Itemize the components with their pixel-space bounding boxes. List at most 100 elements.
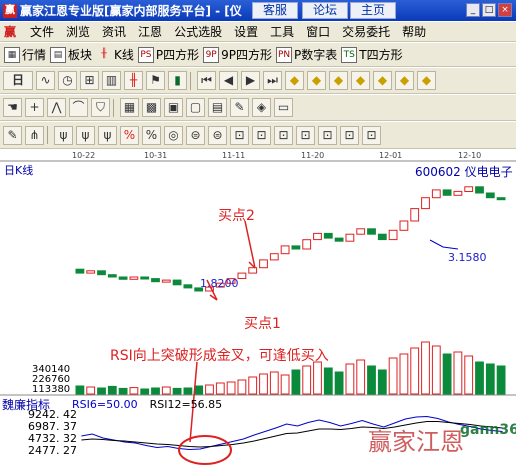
diamond-icon[interactable]: ◆ xyxy=(307,71,326,90)
candle xyxy=(399,220,409,231)
volume-bar xyxy=(323,367,333,395)
period-toolbar: 日 ∿ ◷ ⊞ ▥ ╫ ⚑ ▮ ⏮ ◀ ▶ ⏭ ◆ ◆ ◆ ◆ ◆ ◆ ◆ xyxy=(0,68,516,94)
blocks-icon[interactable]: ▥ xyxy=(102,71,121,90)
box-icon[interactable]: ⊡ xyxy=(274,125,293,145)
menu-browse[interactable]: 浏览 xyxy=(60,23,96,40)
candle xyxy=(291,245,301,250)
volume-bar xyxy=(302,365,312,395)
volume-bar xyxy=(485,363,495,395)
quotes-button[interactable]: ▦ 行情 xyxy=(4,46,46,63)
9p-square-button[interactable]: 9P 9P四方形 xyxy=(203,46,272,63)
box-icon[interactable]: ⊡ xyxy=(252,125,271,145)
toolbar-separator xyxy=(190,71,191,90)
sectors-button[interactable]: ▤ 板块 xyxy=(50,46,92,63)
fork-icon[interactable]: ψ xyxy=(76,125,95,145)
page-icon[interactable]: ▤ xyxy=(208,98,227,117)
volume-bar xyxy=(431,345,441,395)
percent-icon[interactable]: % xyxy=(142,125,161,145)
menu-window[interactable]: 窗口 xyxy=(300,23,336,40)
gear-circle-icon[interactable]: ⊜ xyxy=(186,125,205,145)
volume-bar xyxy=(118,387,128,395)
candle xyxy=(86,270,96,274)
calendar-icon[interactable]: ▦ xyxy=(120,98,139,117)
diamond-icon[interactable]: ◆ xyxy=(373,71,392,90)
diamond-icon[interactable]: ◆ xyxy=(329,71,348,90)
box-icon[interactable]: ⊡ xyxy=(362,125,381,145)
volume-bar xyxy=(248,376,258,395)
hand-icon[interactable]: ☚ xyxy=(3,98,22,117)
play-icon[interactable]: ◀ xyxy=(219,71,238,90)
box-icon[interactable]: ⊡ xyxy=(296,125,315,145)
menu-settings[interactable]: 设置 xyxy=(228,23,264,40)
candle xyxy=(302,239,312,250)
layers-icon[interactable]: ◈ xyxy=(252,98,271,117)
fork-icon[interactable]: ψ xyxy=(98,125,117,145)
next-icon[interactable]: ⏭ xyxy=(263,71,282,90)
gear-circle-icon[interactable]: ⊜ xyxy=(208,125,227,145)
circle-icon[interactable]: ◎ xyxy=(164,125,183,145)
volume-bar xyxy=(453,351,463,395)
flag-icon[interactable]: ⚑ xyxy=(146,71,165,90)
candle xyxy=(334,237,344,242)
menu-gann[interactable]: 江恩 xyxy=(132,23,168,40)
pencil-icon[interactable]: ✎ xyxy=(3,125,22,145)
prev-icon[interactable]: ⏮ xyxy=(197,71,216,90)
kline-button[interactable]: ╫ K线 xyxy=(96,46,134,63)
box-icon[interactable]: ⊡ xyxy=(230,125,249,145)
shield-icon[interactable]: ⛉ xyxy=(91,98,110,117)
paint-icon[interactable]: ✎ xyxy=(230,98,249,117)
candle-small-icon[interactable]: ╫ xyxy=(124,71,143,90)
candle xyxy=(431,189,441,199)
menu-formula-select[interactable]: 公式选股 xyxy=(168,23,228,40)
minimize-icon[interactable]: _ xyxy=(466,3,480,17)
diamond-icon[interactable]: ◆ xyxy=(285,71,304,90)
box-icon[interactable]: ⊡ xyxy=(340,125,359,145)
grid-icon: ▦ xyxy=(4,46,20,63)
volume-bar xyxy=(269,371,279,395)
volume-bar xyxy=(356,359,366,395)
diamond-icon[interactable]: ◆ xyxy=(351,71,370,90)
wave-icon[interactable]: ∿ xyxy=(36,71,55,90)
box-icon[interactable]: ⊡ xyxy=(318,125,337,145)
percent-a-icon[interactable]: % xyxy=(120,125,139,145)
candle xyxy=(410,208,420,222)
p-icon: PS xyxy=(137,46,154,63)
arc-icon[interactable]: ⌒ xyxy=(69,98,88,117)
chart-icon[interactable]: ⊞ xyxy=(80,71,99,90)
volume-bar xyxy=(161,386,171,395)
fork-icon[interactable]: ψ xyxy=(54,125,73,145)
diamond-icon[interactable]: ◆ xyxy=(417,71,436,90)
menu-info[interactable]: 资讯 xyxy=(96,23,132,40)
volume-bar xyxy=(226,381,236,395)
p-square-button[interactable]: PS P四方形 xyxy=(137,46,199,63)
stop-icon[interactable]: ▶ xyxy=(241,71,260,90)
close-icon[interactable]: × xyxy=(498,3,512,17)
volume-bar xyxy=(399,353,409,395)
sectors-label: 板块 xyxy=(68,48,93,62)
menu-file[interactable]: 文件 xyxy=(24,23,60,40)
clock-icon[interactable]: ◷ xyxy=(58,71,77,90)
menu-tools[interactable]: 工具 xyxy=(264,23,300,40)
screen-icon[interactable]: ▭ xyxy=(274,98,293,117)
p-number-table-button[interactable]: PN P数字表 xyxy=(276,46,337,63)
menu-help[interactable]: 帮助 xyxy=(396,23,432,40)
volume-bar xyxy=(496,365,506,395)
menu-trade[interactable]: 交易委托 xyxy=(336,23,396,40)
wave-line-icon[interactable]: ⋀ xyxy=(47,98,66,117)
square-tool-icon[interactable]: ▢ xyxy=(186,98,205,117)
forum-button[interactable]: 论坛 xyxy=(302,2,348,19)
grid-tool-icon[interactable]: ▣ xyxy=(164,98,183,117)
fan-icon[interactable]: ⋔ xyxy=(25,125,44,145)
home-button[interactable]: 主页 xyxy=(350,2,396,19)
candle xyxy=(464,186,474,192)
table-icon[interactable]: ▩ xyxy=(142,98,161,117)
customer-service-button[interactable]: 客服 xyxy=(252,2,298,19)
chart-panel[interactable]: 10-22 10-31 11-11 11-20 12-01 12-10 日K线 … xyxy=(0,150,516,465)
candle xyxy=(313,232,322,241)
t-square-button[interactable]: TS T四方形 xyxy=(341,46,403,63)
volume-icon[interactable]: ▮ xyxy=(168,71,187,90)
cross-icon[interactable]: + xyxy=(25,98,44,117)
maximize-icon[interactable]: □ xyxy=(482,3,496,17)
period-select[interactable]: 日 xyxy=(3,71,33,90)
diamond-icon[interactable]: ◆ xyxy=(395,71,414,90)
